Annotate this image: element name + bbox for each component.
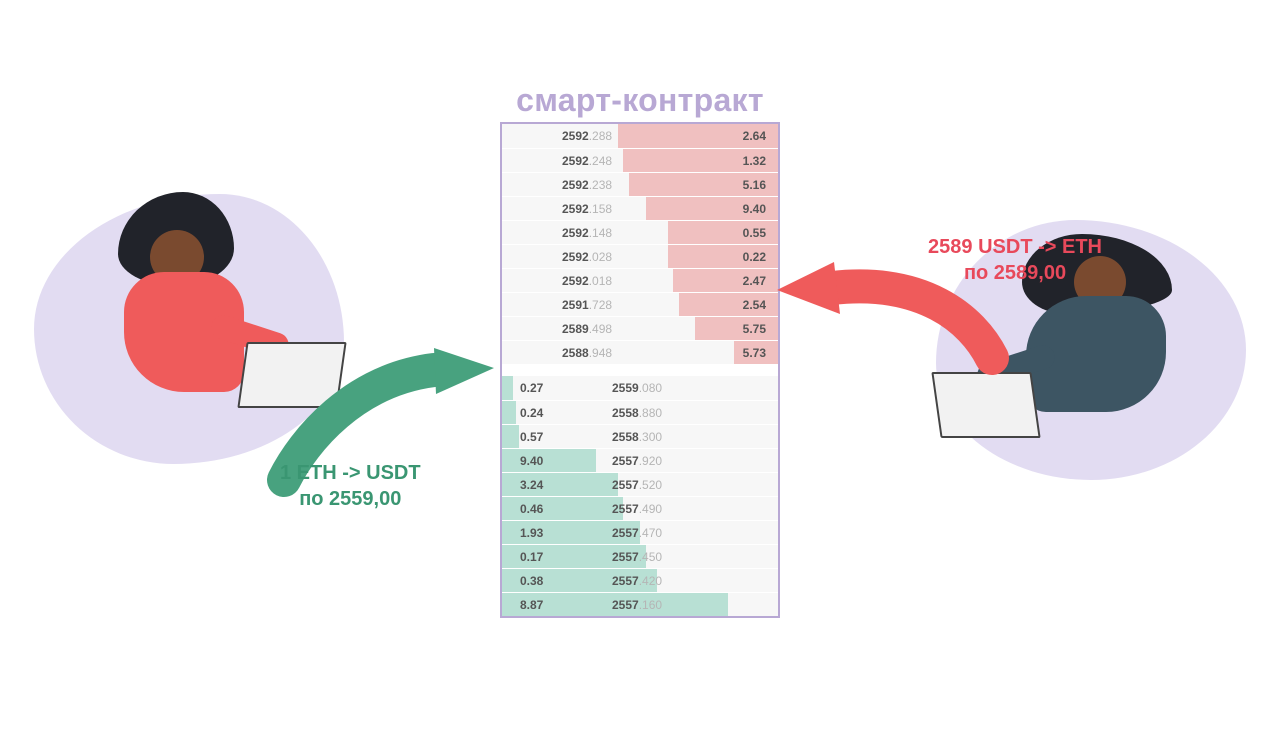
ask-price: 2592.288 (562, 124, 612, 148)
ask-qty: 1.32 (743, 149, 766, 172)
bid-qty: 3.24 (520, 473, 543, 496)
bids-section: 2559.0800.272558.8800.242558.3000.572557… (502, 376, 778, 616)
ask-qty: 0.55 (743, 221, 766, 244)
ask-price: 2589.498 (562, 317, 612, 340)
ask-price: 2592.158 (562, 197, 612, 220)
bid-qty: 8.87 (520, 593, 543, 616)
bid-row: 2557.490 0.46 (502, 496, 778, 520)
ask-row: 2588.948 5.73 (502, 340, 778, 364)
bid-price: 2557.490 (612, 497, 662, 520)
bid-price: 2557.160 (612, 593, 662, 616)
bid-qty: 0.17 (520, 545, 543, 568)
bid-qty: 1.93 (520, 521, 543, 544)
ask-row: 2591.728 2.54 (502, 292, 778, 316)
bid-price: 2558.880 (612, 401, 662, 424)
ask-price: 2592.028 (562, 245, 612, 268)
bid-price: 2557.450 (612, 545, 662, 568)
ask-row: 2592.238 5.16 (502, 172, 778, 196)
bid-depth-bar (502, 449, 596, 472)
ask-price: 2592.148 (562, 221, 612, 244)
right-order-label: 2589 USDT -> ETH по 2589,00 (928, 234, 1102, 286)
left-order-line1: 1 ETH -> USDT (280, 460, 421, 486)
asks-section: 2592.2882.642592.2481.322592.2385.162592… (502, 124, 778, 364)
ask-qty: 2.54 (743, 293, 766, 316)
left-order-label: 1 ETH -> USDT по 2559,00 (280, 460, 421, 512)
ask-row: 2592.018 2.47 (502, 268, 778, 292)
bid-qty: 0.24 (520, 401, 543, 424)
bid-price: 2557.470 (612, 521, 662, 544)
bid-qty: 9.40 (520, 449, 543, 472)
ask-qty: 5.16 (743, 173, 766, 196)
ask-qty: 2.47 (743, 269, 766, 292)
bid-row: 2557.420 0.38 (502, 568, 778, 592)
bid-depth-bar (502, 401, 516, 424)
bid-qty: 0.57 (520, 425, 543, 448)
bid-row: 2557.160 8.87 (502, 592, 778, 616)
bid-qty: 0.46 (520, 497, 543, 520)
ask-price: 2592.018 (562, 269, 612, 292)
ask-qty: 5.73 (743, 341, 766, 364)
ask-row: 2592.288 2.64 (502, 124, 778, 148)
ask-qty: 0.22 (743, 245, 766, 268)
bid-price: 2557.420 (612, 569, 662, 592)
bid-row: 2558.300 0.57 (502, 424, 778, 448)
bid-qty: 0.38 (520, 569, 543, 592)
ask-qty: 9.40 (743, 197, 766, 220)
ask-price: 2588.948 (562, 341, 612, 364)
bid-price: 2557.920 (612, 449, 662, 472)
left-order-line2: по 2559,00 (280, 486, 421, 512)
bid-qty: 0.27 (520, 376, 543, 400)
bid-row: 2558.880 0.24 (502, 400, 778, 424)
ask-row: 2589.498 5.75 (502, 316, 778, 340)
diagram-title: смарт-контракт (516, 82, 764, 119)
bid-row: 2557.450 0.17 (502, 544, 778, 568)
ask-qty: 5.75 (743, 317, 766, 340)
bid-price: 2557.520 (612, 473, 662, 496)
ask-price: 2591.728 (562, 293, 612, 316)
ask-row: 2592.148 0.55 (502, 220, 778, 244)
bid-row: 2557.470 1.93 (502, 520, 778, 544)
bid-row: 2557.920 9.40 (502, 448, 778, 472)
orderbook-panel: 2592.2882.642592.2481.322592.2385.162592… (500, 122, 780, 618)
ask-price: 2592.238 (562, 173, 612, 196)
ask-price: 2592.248 (562, 149, 612, 172)
bid-price: 2558.300 (612, 425, 662, 448)
ask-row: 2592.158 9.40 (502, 196, 778, 220)
ask-row: 2592.028 0.22 (502, 244, 778, 268)
ask-row: 2592.248 1.32 (502, 148, 778, 172)
ask-qty: 2.64 (743, 124, 766, 148)
bid-row: 2557.520 3.24 (502, 472, 778, 496)
right-order-line1: 2589 USDT -> ETH (928, 234, 1102, 260)
bid-price: 2559.080 (612, 376, 662, 400)
bid-row: 2559.080 0.27 (502, 376, 778, 400)
right-order-line2: по 2589,00 (928, 260, 1102, 286)
bid-depth-bar (502, 425, 519, 448)
orderbook-gap (502, 364, 778, 376)
